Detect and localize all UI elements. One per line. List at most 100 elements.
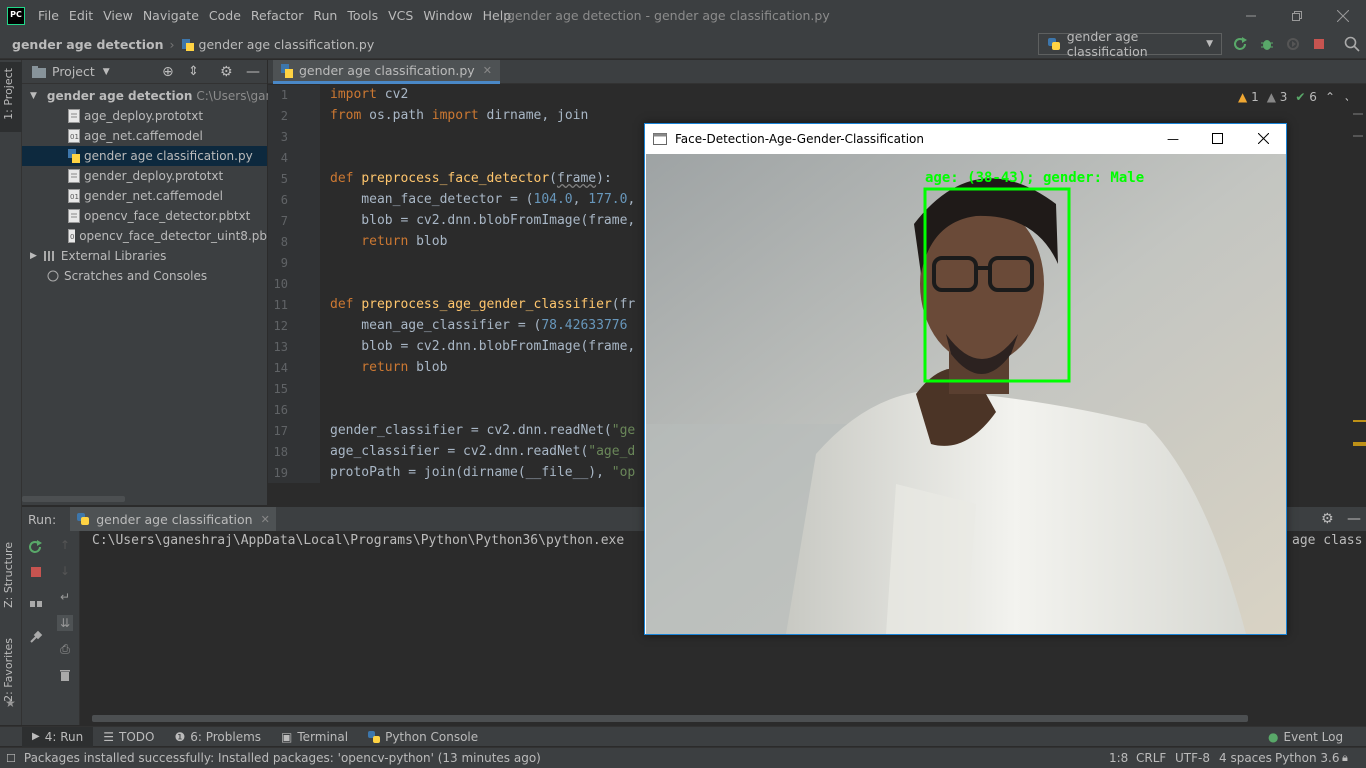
status-message[interactable]: Packages installed successfully: Install… — [24, 751, 541, 765]
menu-run[interactable]: Run — [308, 0, 342, 31]
python-file-icon — [68, 149, 80, 163]
pin-icon[interactable] — [28, 629, 44, 645]
tree-file[interactable]: opencv_face_detector.pbtxt — [22, 206, 267, 226]
trash-icon[interactable] — [57, 667, 73, 683]
menu-code[interactable]: Code — [204, 0, 246, 31]
debug-icon[interactable] — [1259, 36, 1275, 52]
chevron-up-icon[interactable]: ⌃ — [1325, 90, 1335, 104]
inspection-widget[interactable]: ▲ 1 ▲ 3 ✔ 6 ⌃ ⌄ — [1238, 90, 1353, 104]
code-line[interactable]: mean_face_detector = (104.0, 177.0, — [330, 192, 635, 207]
menu-vcs[interactable]: VCS — [383, 0, 418, 31]
stop-icon[interactable] — [1311, 36, 1327, 52]
tree-file[interactable]: gender_deploy.prototxt — [22, 166, 267, 186]
project-panel-title[interactable]: Project — [52, 64, 95, 79]
tool-tab-run[interactable]: ▶ 4: Run — [22, 726, 94, 747]
locate-icon[interactable]: ⊕ — [162, 64, 174, 80]
gear-icon[interactable]: ⚙ — [220, 64, 233, 80]
menu-edit[interactable]: Edit — [64, 0, 98, 31]
code-line[interactable]: def preprocess_age_gender_classifier(fr — [330, 297, 635, 312]
tree-file-selected[interactable]: gender age classification.py — [22, 146, 267, 166]
menu-window[interactable]: Window — [418, 0, 477, 31]
tree-file[interactable]: 01 gender_net.caffemodel — [22, 186, 267, 206]
menu-file[interactable]: File — [33, 0, 64, 31]
window-app-icon — [653, 132, 667, 145]
print-icon[interactable]: ⎙ — [57, 641, 73, 657]
structure-tool-tab[interactable]: Z: Structure — [2, 542, 15, 608]
hide-icon[interactable]: — — [1347, 511, 1361, 527]
tree-external-libraries[interactable]: ▶ External Libraries — [22, 246, 267, 266]
indent-setting[interactable]: 4 spaces — [1219, 751, 1272, 765]
favorites-tool-tab[interactable]: 2: Favorites — [2, 638, 15, 702]
collapse-all-icon[interactable]: ⇕ — [188, 64, 199, 79]
code-line[interactable]: return blob — [330, 234, 447, 249]
tree-file[interactable]: 01 opencv_face_detector_uint8.pb — [22, 226, 267, 246]
chevron-down-icon[interactable]: ▼ — [103, 67, 110, 77]
editor-vscrollbar[interactable] — [1348, 85, 1366, 483]
tree-file[interactable]: 01 age_net.caffemodel — [22, 126, 267, 146]
close-tab-icon[interactable]: ✕ — [261, 513, 270, 526]
run-tab[interactable]: gender age classification ✕ — [70, 507, 276, 531]
console-output-tail[interactable]: age class — [1292, 533, 1366, 548]
tool-tab-python-console[interactable]: Python Console — [358, 727, 488, 747]
project-hscrollbar[interactable] — [22, 496, 125, 502]
tool-tab-todo[interactable]: ☰ TODO — [93, 727, 164, 747]
close-icon[interactable] — [1258, 133, 1269, 144]
minimize-button[interactable] — [1228, 0, 1274, 31]
code-line[interactable]: def preprocess_face_detector(frame): — [330, 171, 612, 186]
search-icon[interactable] — [1344, 36, 1360, 52]
code-line[interactable]: blob = cv2.dnn.blobFromImage(frame, — [330, 213, 635, 228]
code-line[interactable]: gender_classifier = cv2.dnn.readNet("ge — [330, 423, 635, 438]
tool-tab-terminal[interactable]: ▣ Terminal — [271, 727, 358, 747]
gear-icon[interactable]: ⚙ — [1321, 511, 1334, 527]
chevron-down-icon: ▼ — [30, 91, 37, 101]
minimize-icon[interactable]: — — [1167, 132, 1179, 146]
close-button[interactable] — [1320, 0, 1366, 31]
editor-tab-label: gender age classification.py — [299, 63, 475, 78]
tool-tab-problems[interactable]: ❶ 6: Problems — [164, 727, 271, 747]
menu-tools[interactable]: Tools — [342, 0, 383, 31]
layout-icon[interactable] — [28, 597, 44, 613]
breadcrumb-project[interactable]: gender age detection — [12, 37, 164, 52]
run-config-dropdown[interactable]: gender age classification ▼ — [1038, 29, 1222, 59]
console-hscrollbar[interactable] — [92, 715, 1248, 722]
opencv-window-titlebar[interactable]: Face-Detection-Age-Gender-Classification… — [645, 124, 1286, 153]
maximize-icon[interactable] — [1212, 133, 1223, 144]
tree-root[interactable]: ▼ gender age detection C:\Users\ganes — [22, 86, 287, 106]
code-line[interactable]: mean_age_classifier = (78.42633776 — [330, 318, 627, 333]
menu-refactor[interactable]: Refactor — [246, 0, 308, 31]
toggle-tool-windows-icon[interactable]: ☐ — [6, 752, 16, 765]
breadcrumb-file[interactable]: gender age classification.py — [199, 37, 375, 52]
arrow-down-icon[interactable]: ↓ — [57, 563, 73, 579]
code-line[interactable]: protoPath = join(dirname(__file__), "op — [330, 465, 635, 480]
coverage-icon[interactable] — [1285, 36, 1301, 52]
editor-tab[interactable]: gender age classification.py ✕ — [273, 60, 500, 84]
hide-icon[interactable]: — — [246, 64, 260, 80]
opencv-window[interactable]: Face-Detection-Age-Gender-Classification… — [644, 123, 1287, 635]
line-number: 13 — [273, 340, 288, 354]
scroll-to-end-icon[interactable]: ⇊ — [57, 615, 73, 631]
rerun-icon[interactable] — [1233, 36, 1249, 52]
menu-navigate[interactable]: Navigate — [138, 0, 204, 31]
project-tool-tab[interactable]: 1: Project — [2, 68, 15, 120]
menu-view[interactable]: View — [98, 0, 138, 31]
tree-scratches[interactable]: Scratches and Consoles — [22, 266, 267, 286]
console-output[interactable]: C:\Users\ganeshraj\AppData\Local\Program… — [92, 533, 624, 548]
tree-file[interactable]: age_deploy.prototxt — [22, 106, 267, 126]
code-line[interactable]: age_classifier = cv2.dnn.readNet("age_d — [330, 444, 635, 459]
caret-position[interactable]: 1:8 — [1109, 751, 1128, 765]
rerun-icon[interactable] — [28, 539, 44, 555]
code-line[interactable]: blob = cv2.dnn.blobFromImage(frame, — [330, 339, 635, 354]
restore-button[interactable] — [1274, 0, 1320, 31]
soft-wrap-icon[interactable]: ↵ — [57, 589, 73, 605]
python-interpreter[interactable]: Python 3.6 — [1275, 751, 1340, 765]
stop-icon[interactable] — [28, 564, 44, 580]
file-encoding[interactable]: UTF-8 — [1175, 751, 1210, 765]
code-line[interactable]: import cv2 — [330, 87, 408, 102]
code-line[interactable]: return blob — [330, 360, 447, 375]
line-separator[interactable]: CRLF — [1136, 751, 1166, 765]
arrow-up-icon[interactable]: ↑ — [57, 537, 73, 553]
close-tab-icon[interactable]: ✕ — [483, 64, 492, 77]
lock-icon[interactable]: 🔒︎ — [1342, 751, 1348, 765]
tool-tab-event-log[interactable]: ● Event Log — [1258, 727, 1353, 747]
code-line[interactable]: from os.path import dirname, join — [330, 108, 588, 123]
